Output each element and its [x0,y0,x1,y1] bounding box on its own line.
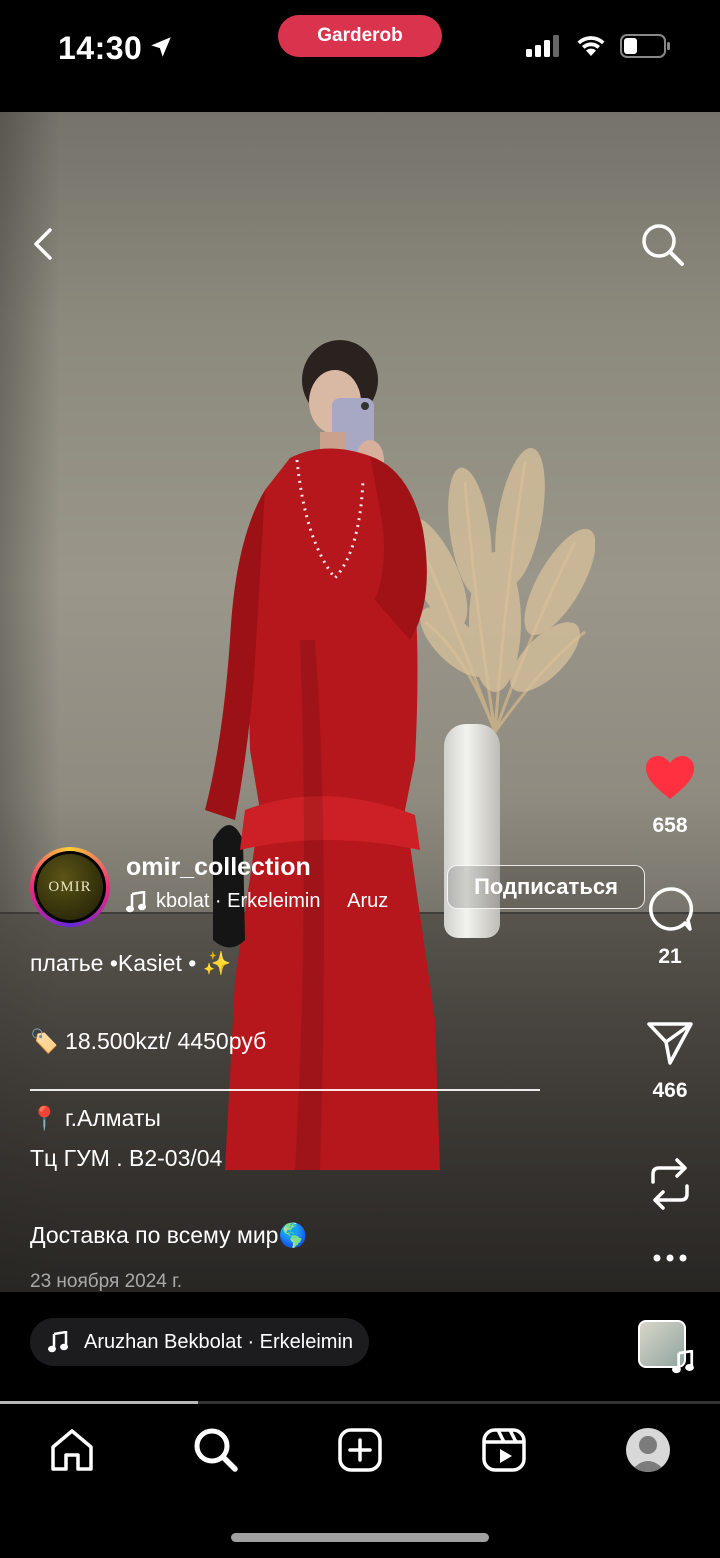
audio-bar: Aruzhan Bekbolat · Erkeleimin [0,1292,720,1402]
music-scroll-text: kbolat · Erkeleimin Aruz [156,890,389,912]
music-note-icon [126,890,146,912]
back-chevron-icon[interactable] [26,226,62,262]
avatar-border: OMIR [34,851,106,923]
status-time: 14:30 [58,30,143,66]
reels-icon[interactable] [481,1427,527,1473]
subscribe-button[interactable]: Подписаться [447,865,645,909]
like-count: 658 [652,814,688,837]
bottom-navigation [0,1404,720,1558]
caption-title: платье •Kasiet • ✨ [30,950,232,976]
avatar-logo-text: OMIR [48,878,92,895]
music-note-icon [48,1331,68,1353]
more-action[interactable] [620,1250,720,1268]
nav-create[interactable] [336,1426,384,1474]
like-action[interactable]: 658 [620,755,720,838]
heart-icon[interactable] [645,755,695,801]
model-figure [205,340,440,1170]
home-indicator [231,1533,489,1542]
battery-icon [620,34,670,58]
author-username[interactable]: omir_collection [126,853,311,882]
author-avatar[interactable]: OMIR [30,847,110,927]
remix-action[interactable] [620,1156,720,1217]
search-icon[interactable] [193,1427,239,1473]
post-date: 23 ноября 2024 г. [30,1271,182,1292]
location-arrow-icon [151,37,171,57]
avatar-image: OMIR [37,854,103,920]
post-music-info[interactable]: kbolat · Erkeleimin Aruz [126,890,426,913]
audio-track-chip[interactable]: Aruzhan Bekbolat · Erkeleimin [30,1318,370,1366]
share-icon[interactable] [646,1020,694,1066]
caption-address: Тц ГУМ . B2-03/04 [30,1145,223,1171]
comment-count: 21 [658,945,682,968]
more-icon[interactable] [652,1253,688,1263]
caption-location: 📍 г.Алматы [30,1105,161,1131]
cellular-signal-icon [526,35,559,57]
share-action[interactable]: 466 [620,1020,720,1103]
music-note-icon [672,1350,694,1374]
home-icon[interactable] [49,1427,95,1473]
remix-icon[interactable] [647,1156,693,1212]
profile-avatar-icon[interactable] [626,1428,670,1472]
caption-divider [30,1089,540,1091]
create-icon[interactable] [337,1427,383,1473]
caption-price: 🏷️ 18.500kzt/ 4450руб [30,1028,267,1054]
share-count: 466 [652,1079,688,1102]
default-user-icon [630,1436,666,1472]
search-icon[interactable] [640,222,686,268]
comment-icon[interactable] [647,886,694,932]
nav-reels[interactable] [480,1426,528,1474]
nav-home[interactable] [48,1426,96,1474]
wifi-icon [577,36,605,56]
nav-profile[interactable] [624,1426,672,1474]
app-return-pill[interactable]: Garderob [278,15,442,57]
nav-search[interactable] [192,1426,240,1474]
caption-delivery: Доставка по всему мир🌎 [30,1222,308,1248]
status-bar: 14:30 Garderob [0,0,720,112]
audio-track-name: Aruzhan Bekbolat · Erkeleimin [84,1330,354,1353]
system-icons [526,34,672,58]
